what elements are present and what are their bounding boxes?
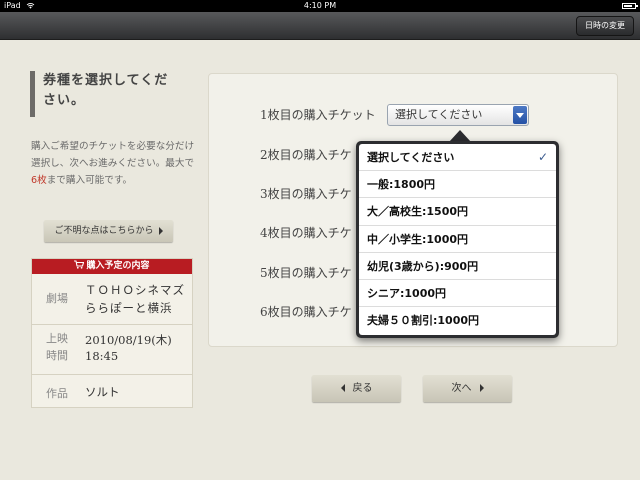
theater-name-line2: ららぽーと横浜 bbox=[85, 301, 173, 315]
movie-title: ソルト bbox=[85, 385, 120, 399]
chevron-left-icon bbox=[340, 384, 345, 392]
option-label: 大／高校生:1500円 bbox=[367, 205, 469, 219]
page-heading: 券種を選択してくだ さい。 bbox=[30, 71, 192, 117]
option-label: 中／小学生:1000円 bbox=[367, 232, 469, 246]
theater-value: ＴＯＨＯシネマズ ららぽーと横浜 bbox=[85, 281, 185, 317]
page-title-line1: 券種を選択してくだ bbox=[43, 73, 169, 88]
dropdown-option[interactable]: 選択してください ✓ bbox=[359, 144, 556, 172]
ticket-row-label: 4枚目の購入チケ bbox=[260, 226, 352, 240]
max-tickets-count: 6枚 bbox=[31, 175, 47, 186]
ticket-type-select-value: 選択してください bbox=[395, 108, 483, 121]
next-button[interactable]: 次へ bbox=[423, 375, 512, 402]
dropdown-option[interactable]: 一般:1800円 bbox=[359, 171, 556, 199]
ticket-row-label: 3枚目の購入チケ bbox=[260, 187, 352, 201]
showtime-row: 上映 時間 2010/08/19(木) 18:45 bbox=[32, 325, 192, 375]
checkmark-icon: ✓ bbox=[537, 150, 548, 164]
movie-row: 作品 ソルト bbox=[32, 375, 192, 409]
showtime-time: 18:45 bbox=[85, 349, 119, 363]
page-title-line2: さい。 bbox=[43, 93, 86, 108]
status-time: 4:10 PM bbox=[303, 1, 337, 10]
ticket-type-option-list: 選択してください ✓ 一般:1800円 大／高校生:1500円 中／小学生:100… bbox=[359, 144, 556, 335]
ticket-row-label: 1枚目の購入チケット bbox=[260, 108, 376, 122]
cart-icon bbox=[74, 260, 85, 269]
chevron-right-icon bbox=[479, 384, 484, 392]
chevron-down-icon bbox=[513, 106, 527, 124]
dropdown-option[interactable]: 大／高校生:1500円 bbox=[359, 198, 556, 226]
showtime-label-line1: 上映 bbox=[46, 332, 68, 345]
back-button-label: 戻る bbox=[352, 383, 373, 394]
movie-label: 作品 bbox=[46, 387, 68, 400]
dropdown-option[interactable]: 夫婦５０割引:1000円 bbox=[359, 307, 556, 334]
next-button-label: 次へ bbox=[451, 383, 472, 394]
dropdown-option[interactable]: 幼児(3歳から):900円 bbox=[359, 253, 556, 280]
theater-label: 劇場 bbox=[46, 292, 68, 305]
option-label: 選択してください bbox=[367, 151, 455, 164]
dropdown-option[interactable]: シニア:1000円 bbox=[359, 280, 556, 308]
status-bar: iPad 4:10 PM bbox=[0, 0, 640, 12]
chevron-right-icon bbox=[158, 226, 163, 235]
showtime-date: 2010/08/19(木) bbox=[85, 333, 172, 347]
instructions-part1: 購入ご希望のチケットを必要な分だけ選択し、次へお進みください。最大で bbox=[31, 141, 195, 169]
battery-icon bbox=[622, 3, 638, 9]
ticket-row-label: 2枚目の購入チケ bbox=[260, 148, 352, 162]
option-label: シニア:1000円 bbox=[367, 286, 447, 300]
help-button[interactable]: ご不明な点はこちらから bbox=[44, 220, 173, 242]
ticket-row-label: 5枚目の購入チケ bbox=[260, 266, 352, 280]
showtime-label: 上映 時間 bbox=[46, 330, 68, 364]
purchase-summary: 購入予定の内容 劇場 ＴＯＨＯシネマズ ららぽーと横浜 上映 時間 2010/0… bbox=[31, 258, 193, 408]
help-button-label: ご不明な点はこちらから bbox=[54, 226, 154, 236]
ticket-type-select[interactable]: 選択してください bbox=[387, 104, 529, 126]
showtime-value: 2010/08/19(木) 18:45 bbox=[85, 332, 172, 364]
instructions-text: 購入ご希望のチケットを必要な分だけ選択し、次へお進みください。最大で 6枚まで購入… bbox=[31, 138, 199, 189]
instructions-part2: まで購入可能です。 bbox=[46, 175, 133, 186]
purchase-header-label: 購入予定の内容 bbox=[86, 261, 150, 271]
showtime-label-line2: 時間 bbox=[46, 349, 68, 362]
purchase-summary-header: 購入予定の内容 bbox=[32, 259, 192, 274]
option-label: 夫婦５０割引:1000円 bbox=[367, 314, 480, 328]
option-label: 一般:1800円 bbox=[367, 178, 436, 192]
top-nav-bar: 日時の変更 bbox=[0, 12, 640, 40]
back-button[interactable]: 戻る bbox=[312, 375, 401, 402]
theater-row: 劇場 ＴＯＨＯシネマズ ららぽーと横浜 bbox=[32, 275, 192, 325]
theater-name-line1: ＴＯＨＯシネマズ bbox=[85, 283, 185, 297]
ticket-row-label: 6枚目の購入チケ bbox=[260, 305, 352, 319]
option-label: 幼児(3歳から):900円 bbox=[367, 259, 479, 273]
change-datetime-button[interactable]: 日時の変更 bbox=[576, 16, 634, 36]
dropdown-option[interactable]: 中／小学生:1000円 bbox=[359, 226, 556, 253]
